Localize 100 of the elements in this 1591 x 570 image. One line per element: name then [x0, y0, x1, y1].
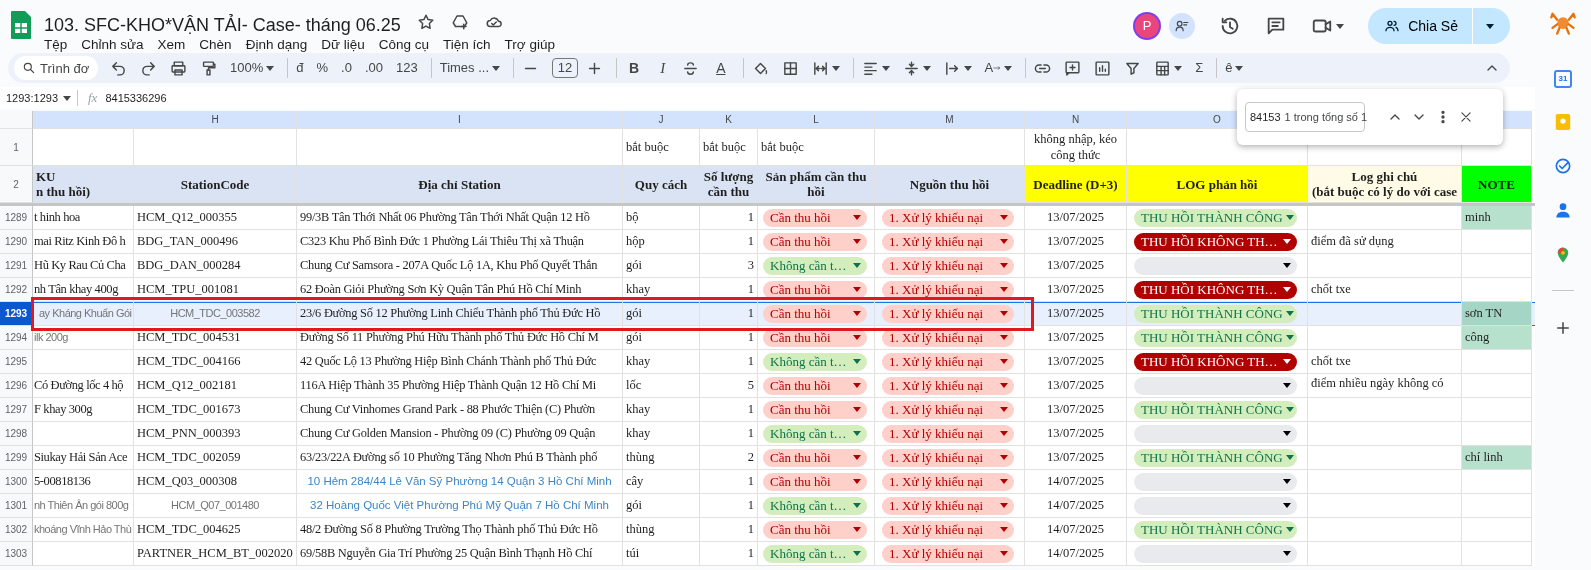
dropdown-chip[interactable]: 1. Xử lý khiếu nại — [882, 280, 1014, 299]
row-number[interactable]: 1300 — [0, 470, 33, 494]
strikethrough-icon[interactable] — [682, 59, 700, 77]
dropdown-chip[interactable]: 1. Xử lý khiếu nại — [882, 496, 1014, 515]
dropdown-chip[interactable]: Không cần t… — [763, 424, 867, 443]
dropdown-chip[interactable]: Không cần t… — [763, 544, 867, 563]
dropdown-chip[interactable]: 1. Xử lý khiếu nại — [882, 472, 1014, 491]
text-color-button[interactable]: A — [708, 56, 734, 80]
column-letter[interactable]: I — [297, 111, 623, 129]
column-letter[interactable]: M — [875, 111, 1025, 129]
dropdown-chip[interactable]: Cần thu hồi — [763, 304, 867, 323]
menu-item[interactable]: Tiện ích — [443, 36, 491, 54]
close-icon[interactable] — [1459, 110, 1473, 124]
calendar-app-icon[interactable]: 31 — [1554, 70, 1572, 88]
menu-item[interactable]: Chỉnh sửa — [81, 36, 144, 54]
dropdown-chip[interactable]: Không cần t… — [763, 256, 867, 275]
menu-item[interactable]: Dữ liệu — [321, 36, 365, 54]
row-number[interactable]: 1295 — [0, 350, 33, 374]
dropdown-chip[interactable]: 1. Xử lý khiếu nại — [882, 352, 1014, 371]
menu-item[interactable]: Trợ giúp — [504, 36, 555, 54]
dropdown-chip[interactable]: 1. Xử lý khiếu nại — [882, 376, 1014, 395]
row-number[interactable]: 1303 — [0, 542, 33, 566]
row-number[interactable]: 1292 — [0, 278, 33, 302]
column-letter[interactable]: K — [700, 111, 758, 129]
redo-icon[interactable] — [140, 59, 157, 77]
add-icon[interactable] — [1554, 319, 1572, 337]
text-wrap-icon[interactable] — [943, 59, 961, 77]
dropdown-chip[interactable]: 1. Xử lý khiếu nại — [882, 424, 1014, 443]
dropdown-chip[interactable]: Không cần t… — [763, 496, 867, 515]
dropdown-chip[interactable]: Cần thu hồi — [763, 376, 867, 395]
row-number[interactable]: 1296 — [0, 374, 33, 398]
dropdown-chip[interactable]: THU HỒI THÀNH CÔNG — [1134, 304, 1297, 323]
column-letter[interactable]: H — [134, 111, 297, 129]
toolbar-button[interactable]: 123 — [391, 56, 422, 80]
find-field[interactable]: 84153 1 trong tổng số 1 — [1245, 102, 1365, 132]
dropdown-chip[interactable]: Không cần t… — [763, 352, 867, 371]
row-number[interactable]: 1291 — [0, 254, 33, 278]
dropdown-chip[interactable]: Cần thu hồi — [763, 520, 867, 539]
row-number[interactable]: 2 — [0, 166, 33, 203]
menu-item[interactable]: Xem — [157, 36, 186, 54]
row-number[interactable]: 1289 — [0, 206, 33, 230]
print-icon[interactable] — [170, 59, 187, 77]
dropdown-chip[interactable]: 1. Xử lý khiếu nại — [882, 304, 1014, 323]
contacts-app-icon[interactable] — [1553, 200, 1573, 220]
dropdown-chip[interactable]: Cần thu hồi — [763, 208, 867, 227]
column-letter[interactable]: L — [758, 111, 875, 129]
row-number[interactable]: 1290 — [0, 230, 33, 254]
dropdown-chip[interactable]: 1. Xử lý khiếu nại — [882, 520, 1014, 539]
name-box[interactable]: 1293:1293 — [0, 89, 78, 107]
menu-item[interactable]: Chèn — [199, 36, 232, 54]
row-number[interactable]: 1294 — [0, 326, 33, 350]
dropdown-chip[interactable]: 1. Xử lý khiếu nại — [882, 448, 1014, 467]
toolbar-button[interactable]: 100% — [226, 56, 279, 80]
row-number[interactable]: 1298 — [0, 422, 33, 446]
dropdown-chip[interactable]: Cần thu hồi — [763, 448, 867, 467]
dropdown-chip[interactable]: THU HỒI THÀNH CÔNG — [1134, 448, 1297, 467]
drive-icon[interactable] — [450, 12, 469, 31]
toolbar-button[interactable]: Σ — [1191, 56, 1208, 80]
dropdown-chip[interactable]: THU HỒI THÀNH CÔNG — [1134, 520, 1297, 539]
dropdown-chip[interactable]: Cần thu hồi — [763, 472, 867, 491]
row-number[interactable]: 1293 — [0, 302, 33, 326]
dropdown-chip[interactable]: THU HỒI KHÔNG TH… — [1134, 232, 1297, 251]
text-rotation-button[interactable]: A — [984, 58, 994, 78]
share-button[interactable]: Chia Sẻ — [1368, 8, 1510, 44]
toolbar-button[interactable]: .00 — [360, 56, 387, 80]
dropdown-chip[interactable]: 1. Xử lý khiếu nại — [882, 208, 1014, 227]
dropdown-chip[interactable]: Cần thu hồi — [763, 232, 867, 251]
toolbar-button[interactable]: đ — [292, 56, 308, 80]
toolbar-button[interactable]: % — [312, 56, 333, 80]
borders-icon[interactable] — [781, 59, 799, 77]
menu-search-field[interactable]: Trình đơ — [14, 56, 98, 81]
row-number[interactable]: 1 — [0, 129, 33, 166]
add-comment-icon[interactable] — [1064, 59, 1082, 77]
presenter-button[interactable] — [1169, 13, 1196, 39]
row-number[interactable]: 1302 — [0, 518, 33, 542]
chart-icon[interactable] — [1094, 59, 1112, 77]
find-value[interactable]: 84153 — [1250, 108, 1281, 126]
dropdown-chip[interactable]: THU HỒI KHÔNG TH… — [1134, 280, 1297, 299]
row-number[interactable]: 1299 — [0, 446, 33, 470]
menu-item[interactable]: Công cụ — [378, 36, 430, 54]
font-size-field[interactable]: 12 — [552, 58, 579, 78]
dropdown-chip[interactable]: THU HỒI THÀNH CÔNG — [1134, 328, 1297, 347]
dropdown-chip[interactable]: 1. Xử lý khiếu nại — [882, 232, 1014, 251]
merge-cells-icon[interactable] — [811, 59, 829, 77]
row-number[interactable]: 1301 — [0, 494, 33, 518]
column-letter[interactable]: J — [623, 111, 700, 129]
dropdown-chip[interactable]: 1. Xử lý khiếu nại — [882, 544, 1014, 563]
formula-value[interactable]: 8415336296 — [105, 89, 167, 107]
toolbar-button[interactable]: Times ... — [435, 56, 505, 80]
toolbar-button[interactable]: ê — [1221, 56, 1248, 80]
dropdown-chip[interactable]: Cần thu hồi — [763, 280, 867, 299]
table-icon[interactable] — [1154, 59, 1172, 77]
dropdown-chip[interactable]: THU HỒI KHÔNG TH… — [1134, 352, 1297, 371]
star-icon[interactable] — [416, 12, 435, 31]
dropdown-chip[interactable]: 1. Xử lý khiếu nại — [882, 400, 1014, 419]
menu-item[interactable]: Tệp — [44, 36, 68, 54]
menu-item[interactable]: Định dạng — [245, 36, 308, 54]
dropdown-chip[interactable]: THU HỒI THÀNH CÔNG — [1134, 208, 1297, 227]
paint-format-icon[interactable] — [200, 59, 217, 77]
vertical-align-icon[interactable] — [902, 59, 920, 77]
